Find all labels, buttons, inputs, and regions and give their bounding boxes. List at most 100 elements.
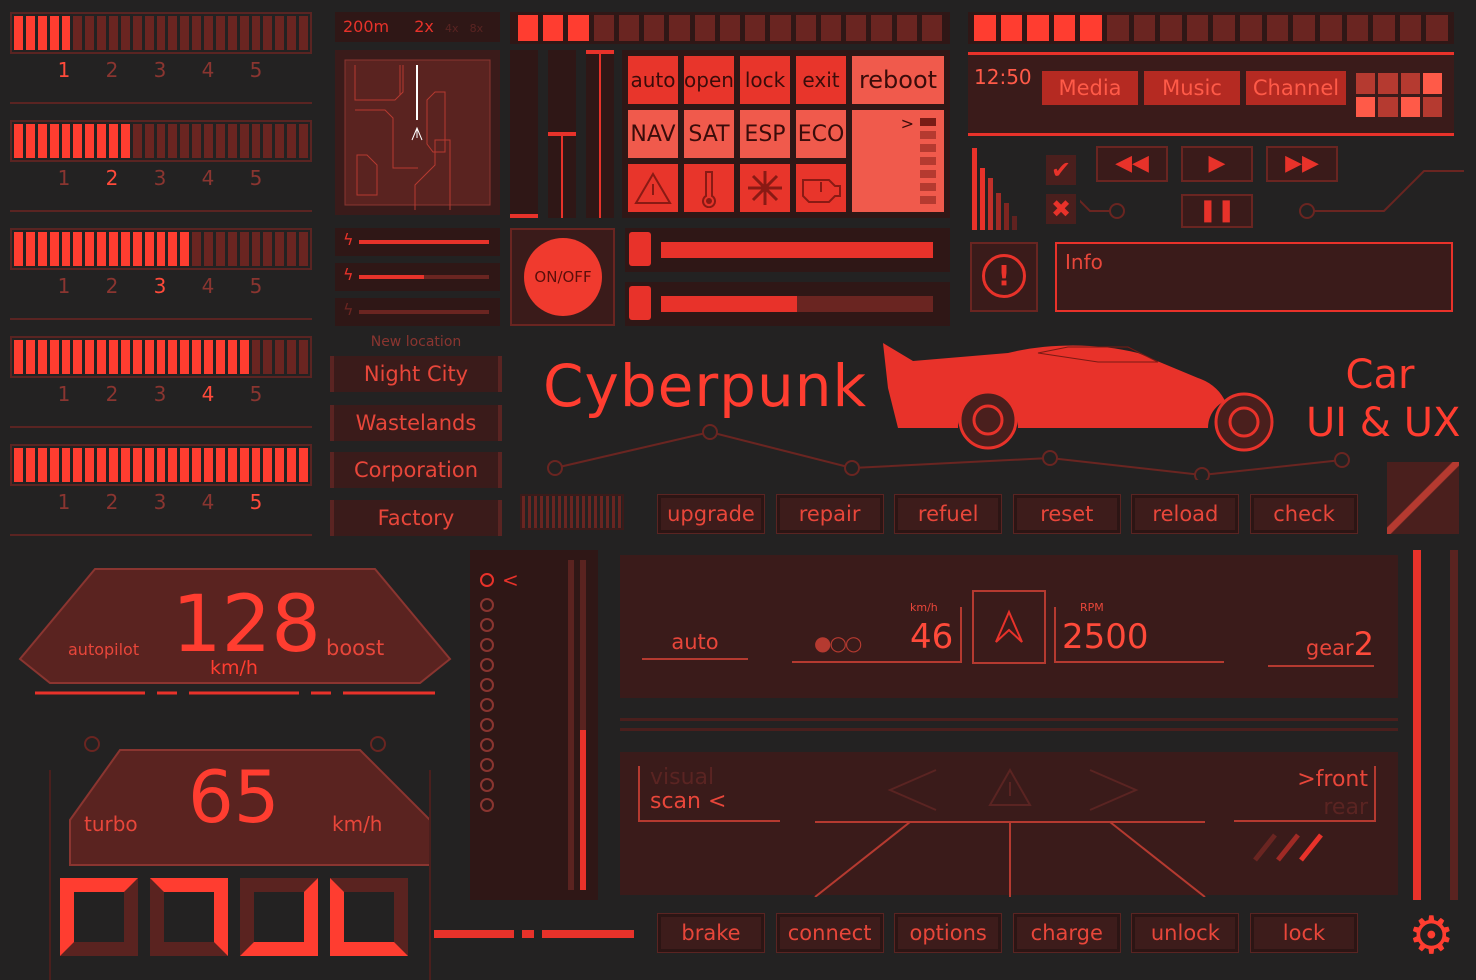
autopilot-label[interactable]: autopilot <box>68 640 139 659</box>
sat-button[interactable]: SAT <box>684 110 734 158</box>
info-field[interactable]: Info <box>1055 242 1453 312</box>
gear-number[interactable]: 1 <box>58 490 71 514</box>
gear-number[interactable]: 5 <box>250 58 263 82</box>
gear-number[interactable]: 2 <box>106 274 119 298</box>
gear-number[interactable]: 5 <box>250 490 263 514</box>
reset-button[interactable]: reset <box>1012 494 1121 534</box>
repair-button[interactable]: repair <box>775 494 884 534</box>
engine-button[interactable] <box>796 164 846 212</box>
gear-number[interactable]: 4 <box>202 490 215 514</box>
gear-number[interactable]: 3 <box>154 274 167 298</box>
location-factory[interactable]: Factory <box>330 500 502 536</box>
gear-number[interactable]: 4 <box>202 166 215 190</box>
gear-number[interactable]: 1 <box>58 166 71 190</box>
reload-button[interactable]: reload <box>1131 494 1240 534</box>
boost-label[interactable]: boost <box>326 636 384 660</box>
gear-number[interactable]: 5 <box>250 274 263 298</box>
gear-number[interactable]: 2 <box>106 382 119 406</box>
gear-number[interactable]: 4 <box>202 58 215 82</box>
eco-button[interactable]: ECO <box>796 110 846 158</box>
turbo-label[interactable]: turbo <box>84 812 138 836</box>
zoom-2x[interactable]: 2x <box>414 17 434 36</box>
gear-number[interactable]: 3 <box>154 382 167 406</box>
radio-option[interactable] <box>480 718 494 732</box>
radio-option[interactable] <box>480 618 494 632</box>
menu-list-panel[interactable]: > <box>852 110 944 212</box>
lock-button[interactable]: lock <box>1250 913 1358 953</box>
radio-option[interactable] <box>480 598 494 612</box>
gear-selector[interactable]: 1 2 3 4 5 <box>10 444 312 536</box>
tab-music[interactable]: Music <box>1144 71 1240 105</box>
camera-rear[interactable]: rear <box>1234 794 1368 822</box>
charge-button[interactable]: charge <box>1012 913 1121 953</box>
esp-button[interactable]: ESP <box>740 110 790 158</box>
list-scrollbar[interactable] <box>580 560 586 890</box>
gear-number[interactable]: 2 <box>106 490 119 514</box>
radio-option[interactable] <box>480 798 494 812</box>
gear-selector[interactable]: 1 2 3 4 5 <box>10 120 312 212</box>
power-slider[interactable]: ϟ <box>335 298 500 326</box>
options-button[interactable]: options <box>894 913 1003 953</box>
location-corporation[interactable]: Corporation <box>330 452 502 488</box>
gear-number[interactable]: 2 <box>106 58 119 82</box>
nav-button[interactable]: NAV <box>628 110 678 158</box>
gear-number[interactable]: 3 <box>154 58 167 82</box>
tab-channel[interactable]: Channel <box>1246 71 1346 105</box>
zoom-4x[interactable]: 4x <box>445 22 459 35</box>
on-off-button[interactable]: ON/OFF <box>524 238 602 316</box>
open-button[interactable]: open <box>684 56 734 104</box>
gear-number[interactable]: 4 <box>202 274 215 298</box>
gear-number[interactable]: 3 <box>154 166 167 190</box>
gear-number[interactable]: 1 <box>58 58 71 82</box>
gear-selector[interactable]: 1 2 3 4 5 <box>10 12 312 104</box>
check-button[interactable]: check <box>1250 494 1358 534</box>
gear-number[interactable]: 5 <box>250 166 263 190</box>
drive-mode[interactable]: auto <box>642 630 748 660</box>
auto-button[interactable]: auto <box>628 56 678 104</box>
indicator-square-4[interactable] <box>330 878 408 956</box>
gear-icon[interactable]: ⚙ <box>1408 908 1455 964</box>
gear-selector[interactable]: 1 2 3 4 5 <box>10 336 312 428</box>
lock-button[interactable]: lock <box>740 56 790 104</box>
indicator-square-3[interactable] <box>240 878 318 956</box>
check-icon[interactable]: ✔ <box>1046 155 1076 185</box>
radio-option[interactable] <box>480 738 494 752</box>
radio-option[interactable] <box>480 678 494 692</box>
power-slider[interactable]: ϟ <box>335 228 500 256</box>
gear-number[interactable]: 4 <box>202 382 215 406</box>
power-slider[interactable]: ϟ <box>335 263 500 291</box>
indicator-square-2[interactable] <box>150 878 228 956</box>
camera-front[interactable]: >front <box>1234 766 1368 794</box>
gear-number[interactable]: 2 <box>106 166 119 190</box>
reboot-button[interactable]: reboot <box>852 56 944 104</box>
gear-selector[interactable]: 1 2 3 4 5 <box>10 228 312 320</box>
indicator-square-1[interactable] <box>60 878 138 956</box>
camera-selector[interactable]: >front rear <box>1234 766 1376 822</box>
location-night-city[interactable]: Night City <box>330 356 502 392</box>
refuel-button[interactable]: refuel <box>894 494 1003 534</box>
exit-button[interactable]: exit <box>796 56 846 104</box>
gear-number[interactable]: 3 <box>154 490 167 514</box>
brake-button[interactable]: brake <box>657 913 765 953</box>
radio-option[interactable] <box>480 778 494 792</box>
radio-option[interactable] <box>480 573 494 587</box>
close-icon[interactable]: ✖ <box>1046 194 1076 224</box>
zoom-8x[interactable]: 8x <box>470 22 484 35</box>
radio-option[interactable] <box>480 638 494 652</box>
vertical-slider-1[interactable] <box>510 50 538 218</box>
visual-scan[interactable]: visual scan < <box>638 766 780 822</box>
vertical-slider-2[interactable] <box>548 50 576 218</box>
unlock-button[interactable]: unlock <box>1131 913 1240 953</box>
gear-number[interactable]: 1 <box>58 274 71 298</box>
location-wastelands[interactable]: Wastelands <box>330 405 502 441</box>
temperature-button[interactable] <box>684 164 734 212</box>
gear-number[interactable]: 1 <box>58 382 71 406</box>
upgrade-button[interactable]: upgrade <box>657 494 765 534</box>
radio-option[interactable] <box>480 698 494 712</box>
media-grid[interactable] <box>1356 73 1442 117</box>
gear-number[interactable]: 5 <box>250 382 263 406</box>
connect-button[interactable]: connect <box>775 913 884 953</box>
radio-option[interactable] <box>480 658 494 672</box>
map[interactable] <box>335 50 500 215</box>
vertical-slider-3[interactable] <box>586 50 614 218</box>
